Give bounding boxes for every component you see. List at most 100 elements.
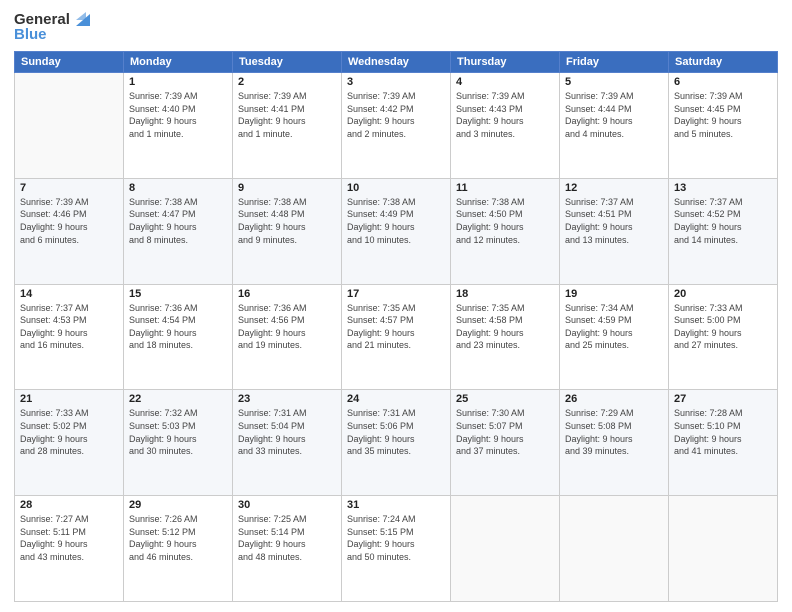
logo: General Blue bbox=[14, 10, 90, 43]
calendar-day: 3 Sunrise: 7:39 AMSunset: 4:42 PMDaylight… bbox=[342, 73, 451, 179]
calendar-day: 27Sunrise: 7:28 AMSunset: 5:10 PMDayligh… bbox=[669, 390, 778, 496]
calendar-header: SundayMondayTuesdayWednesdayThursdayFrid… bbox=[15, 52, 778, 73]
calendar-empty bbox=[15, 73, 124, 179]
day-info: Sunrise: 7:35 AMSunset: 4:58 PMDaylight:… bbox=[456, 302, 554, 352]
calendar-day: 30Sunrise: 7:25 AMSunset: 5:14 PMDayligh… bbox=[233, 496, 342, 602]
calendar-day: 20 Sunrise: 7:33 AMSunset: 5:00 PMDayligh… bbox=[669, 284, 778, 390]
calendar-day: 22 Sunrise: 7:32 AMSunset: 5:03 PMDayligh… bbox=[124, 390, 233, 496]
weekday-header: Sunday bbox=[15, 52, 124, 73]
day-number: 10 bbox=[347, 182, 445, 194]
calendar-table: SundayMondayTuesdayWednesdayThursdayFrid… bbox=[14, 51, 778, 602]
day-number: 5 bbox=[565, 76, 663, 88]
day-number: 21 bbox=[20, 393, 118, 405]
calendar-day: 10 Sunrise: 7:38 AMSunset: 4:49 PMDayligh… bbox=[342, 178, 451, 284]
day-number: 15 bbox=[129, 288, 227, 300]
day-number: 13 bbox=[674, 182, 772, 194]
day-number: 16 bbox=[238, 288, 336, 300]
day-info: Sunrise: 7:33 AMSunset: 5:02 PMDaylight:… bbox=[20, 407, 118, 457]
calendar-day: 15 Sunrise: 7:36 AMSunset: 4:54 PMDayligh… bbox=[124, 284, 233, 390]
day-info: Sunrise: 7:39 AMSunset: 4:42 PMDaylight:… bbox=[347, 90, 445, 140]
day-number: 3 bbox=[347, 76, 445, 88]
weekday-header: Monday bbox=[124, 52, 233, 73]
calendar-empty bbox=[669, 496, 778, 602]
day-number: 11 bbox=[456, 182, 554, 194]
calendar-day: 29 Sunrise: 7:26 AMSunset: 5:12 PMDayligh… bbox=[124, 496, 233, 602]
day-number: 26 bbox=[565, 393, 663, 405]
calendar-week-row: 21 Sunrise: 7:33 AMSunset: 5:02 PMDayligh… bbox=[15, 390, 778, 496]
calendar-day: 8 Sunrise: 7:38 AMSunset: 4:47 PMDaylight… bbox=[124, 178, 233, 284]
weekday-header: Thursday bbox=[451, 52, 560, 73]
day-info: Sunrise: 7:39 AMSunset: 4:40 PMDaylight:… bbox=[129, 90, 227, 140]
calendar-day: 25Sunrise: 7:30 AMSunset: 5:07 PMDayligh… bbox=[451, 390, 560, 496]
weekday-header: Saturday bbox=[669, 52, 778, 73]
day-info: Sunrise: 7:37 AMSunset: 4:51 PMDaylight:… bbox=[565, 196, 663, 246]
day-info: Sunrise: 7:37 AMSunset: 4:53 PMDaylight:… bbox=[20, 302, 118, 352]
weekday-header: Tuesday bbox=[233, 52, 342, 73]
logo-text: General Blue bbox=[14, 10, 90, 43]
calendar-day: 17 Sunrise: 7:35 AMSunset: 4:57 PMDayligh… bbox=[342, 284, 451, 390]
day-info: Sunrise: 7:31 AMSunset: 5:06 PMDaylight:… bbox=[347, 407, 445, 457]
day-number: 8 bbox=[129, 182, 227, 194]
calendar-day: 28Sunrise: 7:27 AMSunset: 5:11 PMDayligh… bbox=[15, 496, 124, 602]
day-number: 29 bbox=[129, 499, 227, 511]
day-info: Sunrise: 7:39 AMSunset: 4:46 PMDaylight:… bbox=[20, 196, 118, 246]
day-number: 31 bbox=[347, 499, 445, 511]
day-info: Sunrise: 7:32 AMSunset: 5:03 PMDaylight:… bbox=[129, 407, 227, 457]
day-info: Sunrise: 7:35 AMSunset: 4:57 PMDaylight:… bbox=[347, 302, 445, 352]
day-info: Sunrise: 7:37 AMSunset: 4:52 PMDaylight:… bbox=[674, 196, 772, 246]
day-info: Sunrise: 7:25 AMSunset: 5:14 PMDaylight:… bbox=[238, 513, 336, 563]
day-number: 2 bbox=[238, 76, 336, 88]
calendar-day: 4Sunrise: 7:39 AMSunset: 4:43 PMDaylight… bbox=[451, 73, 560, 179]
day-info: Sunrise: 7:34 AMSunset: 4:59 PMDaylight:… bbox=[565, 302, 663, 352]
calendar-day: 5Sunrise: 7:39 AMSunset: 4:44 PMDaylight… bbox=[560, 73, 669, 179]
calendar-day: 1 Sunrise: 7:39 AMSunset: 4:40 PMDaylight… bbox=[124, 73, 233, 179]
day-info: Sunrise: 7:38 AMSunset: 4:50 PMDaylight:… bbox=[456, 196, 554, 246]
day-number: 7 bbox=[20, 182, 118, 194]
day-number: 22 bbox=[129, 393, 227, 405]
calendar-day: 16 Sunrise: 7:36 AMSunset: 4:56 PMDayligh… bbox=[233, 284, 342, 390]
day-info: Sunrise: 7:39 AMSunset: 4:41 PMDaylight:… bbox=[238, 90, 336, 140]
day-info: Sunrise: 7:38 AMSunset: 4:48 PMDaylight:… bbox=[238, 196, 336, 246]
day-number: 1 bbox=[129, 76, 227, 88]
calendar-week-row: 7 Sunrise: 7:39 AMSunset: 4:46 PMDaylight… bbox=[15, 178, 778, 284]
page-header: General Blue bbox=[14, 10, 778, 43]
calendar-day: 6 Sunrise: 7:39 AMSunset: 4:45 PMDaylight… bbox=[669, 73, 778, 179]
logo-blue: Blue bbox=[14, 26, 47, 43]
calendar-empty bbox=[451, 496, 560, 602]
day-info: Sunrise: 7:36 AMSunset: 4:56 PMDaylight:… bbox=[238, 302, 336, 352]
calendar-day: 7 Sunrise: 7:39 AMSunset: 4:46 PMDaylight… bbox=[15, 178, 124, 284]
day-info: Sunrise: 7:30 AMSunset: 5:07 PMDaylight:… bbox=[456, 407, 554, 457]
day-info: Sunrise: 7:38 AMSunset: 4:49 PMDaylight:… bbox=[347, 196, 445, 246]
calendar-day: 2 Sunrise: 7:39 AMSunset: 4:41 PMDaylight… bbox=[233, 73, 342, 179]
day-info: Sunrise: 7:26 AMSunset: 5:12 PMDaylight:… bbox=[129, 513, 227, 563]
day-info: Sunrise: 7:33 AMSunset: 5:00 PMDaylight:… bbox=[674, 302, 772, 352]
calendar-week-row: 28Sunrise: 7:27 AMSunset: 5:11 PMDayligh… bbox=[15, 496, 778, 602]
calendar-empty bbox=[560, 496, 669, 602]
day-info: Sunrise: 7:39 AMSunset: 4:43 PMDaylight:… bbox=[456, 90, 554, 140]
day-number: 19 bbox=[565, 288, 663, 300]
weekday-header: Friday bbox=[560, 52, 669, 73]
logo-triangle-icon bbox=[72, 10, 90, 28]
calendar-day: 12Sunrise: 7:37 AMSunset: 4:51 PMDayligh… bbox=[560, 178, 669, 284]
day-number: 20 bbox=[674, 288, 772, 300]
calendar-day: 18Sunrise: 7:35 AMSunset: 4:58 PMDayligh… bbox=[451, 284, 560, 390]
day-number: 9 bbox=[238, 182, 336, 194]
day-number: 17 bbox=[347, 288, 445, 300]
weekday-header: Wednesday bbox=[342, 52, 451, 73]
calendar-day: 19 Sunrise: 7:34 AMSunset: 4:59 PMDayligh… bbox=[560, 284, 669, 390]
day-info: Sunrise: 7:31 AMSunset: 5:04 PMDaylight:… bbox=[238, 407, 336, 457]
logo-general: General bbox=[14, 11, 70, 28]
day-info: Sunrise: 7:36 AMSunset: 4:54 PMDaylight:… bbox=[129, 302, 227, 352]
day-info: Sunrise: 7:38 AMSunset: 4:47 PMDaylight:… bbox=[129, 196, 227, 246]
calendar-week-row: 1 Sunrise: 7:39 AMSunset: 4:40 PMDaylight… bbox=[15, 73, 778, 179]
day-info: Sunrise: 7:24 AMSunset: 5:15 PMDaylight:… bbox=[347, 513, 445, 563]
calendar-day: 9 Sunrise: 7:38 AMSunset: 4:48 PMDaylight… bbox=[233, 178, 342, 284]
day-number: 6 bbox=[674, 76, 772, 88]
calendar-day: 26Sunrise: 7:29 AMSunset: 5:08 PMDayligh… bbox=[560, 390, 669, 496]
day-info: Sunrise: 7:39 AMSunset: 4:45 PMDaylight:… bbox=[674, 90, 772, 140]
calendar-day: 23 Sunrise: 7:31 AMSunset: 5:04 PMDayligh… bbox=[233, 390, 342, 496]
calendar-day: 24Sunrise: 7:31 AMSunset: 5:06 PMDayligh… bbox=[342, 390, 451, 496]
calendar-week-row: 14 Sunrise: 7:37 AMSunset: 4:53 PMDayligh… bbox=[15, 284, 778, 390]
day-number: 14 bbox=[20, 288, 118, 300]
day-number: 23 bbox=[238, 393, 336, 405]
